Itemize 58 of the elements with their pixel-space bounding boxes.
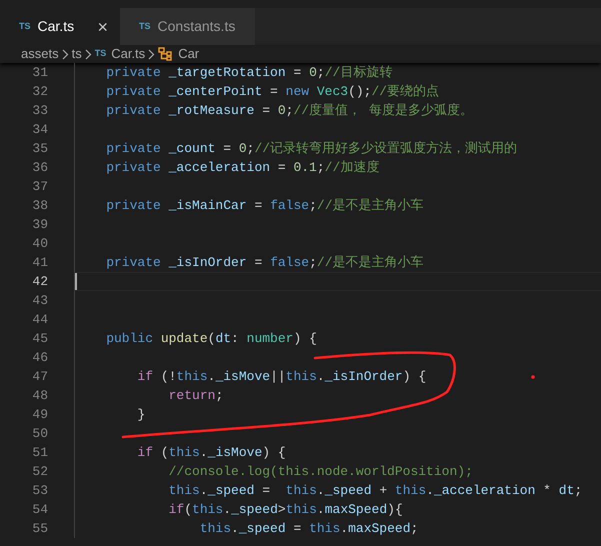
line-number: 44	[31, 311, 48, 329]
class-icon	[158, 47, 174, 61]
code-line: private _count = 0;//记录转弯用好多少设置弧度方法，测试用的	[105, 141, 518, 156]
code-line: private _centerPoint = new Vec3();//要绕的点	[105, 84, 440, 99]
line-number: 46	[31, 349, 48, 367]
editor-tab[interactable]: TS Constants.ts	[120, 8, 255, 45]
line-number: 50	[31, 425, 48, 443]
breadcrumb-item[interactable]: Car	[178, 44, 200, 64]
code-line: if (!this._isMove||this._isInOrder) {	[136, 369, 426, 384]
chevron-icon	[148, 48, 156, 60]
tab-label: Car.ts	[38, 17, 76, 36]
chevron-icon	[62, 48, 69, 60]
line-number: 47	[31, 368, 48, 386]
line-number: 53	[31, 482, 48, 500]
line-number: 41	[31, 254, 48, 272]
code-line: private _targetRotation = 0;//目标旋转	[105, 65, 392, 80]
code-line: private _rotMeasure = 0;//度量值， 每度是多少弧度。	[105, 103, 473, 118]
line-number: 33	[31, 102, 48, 120]
line-number: 36	[31, 159, 48, 177]
file-type-label: TS	[19, 20, 31, 33]
line-number: 48	[31, 387, 48, 405]
line-number: 54	[31, 501, 48, 519]
line-number: 39	[31, 216, 48, 234]
code-line: public update(dt: number) {	[105, 331, 317, 346]
code-line: private _isInOrder = false;//是不是主角小车	[105, 255, 424, 270]
line-number: 42	[31, 273, 48, 291]
line-number: 49	[31, 406, 48, 424]
code-line: if (this._isMove) {	[136, 445, 286, 460]
code-line: if(this._speed>this.maxSpeed){	[168, 502, 403, 517]
line-number: 38	[31, 197, 48, 215]
line-number: 34	[31, 121, 48, 139]
code-line: this._speed = this._speed + this._acceleration * dt;	[168, 483, 582, 498]
code-line: return;	[168, 388, 224, 403]
breadcrumb-item[interactable]: Car.ts	[111, 44, 146, 64]
line-number: 43	[31, 292, 48, 310]
chevron-icon	[84, 48, 92, 60]
editor-tab[interactable]: TS Car.ts ×	[0, 8, 120, 45]
code-line: private _isMainCar = false;//是不是主角小车	[105, 198, 424, 213]
code-line: }	[136, 407, 146, 422]
annotation-dot	[531, 375, 535, 379]
line-number: 37	[31, 178, 48, 196]
file-type-label: TS	[139, 20, 151, 33]
code-line: this._speed = this.maxSpeed;	[198, 521, 418, 536]
line-number: 31	[31, 64, 48, 82]
line-number: 52	[31, 463, 48, 481]
breadcrumb-item[interactable]: ts	[72, 44, 82, 64]
code-line: private _acceleration = 0.1;//加速度	[105, 160, 380, 175]
line-number: 32	[31, 83, 48, 101]
file-type-label: TS	[94, 47, 106, 60]
line-number: 45	[31, 330, 48, 348]
line-number: 40	[31, 235, 48, 253]
code-line: //console.log(this.node.worldPosition);	[168, 464, 473, 479]
line-number: 51	[31, 444, 48, 462]
line-number: 35	[31, 140, 48, 158]
breadcrumb-item[interactable]: assets	[21, 44, 59, 64]
tab-label: Constants.ts	[158, 17, 236, 36]
line-number: 55	[31, 520, 48, 538]
close-icon[interactable]: ×	[97, 18, 108, 36]
